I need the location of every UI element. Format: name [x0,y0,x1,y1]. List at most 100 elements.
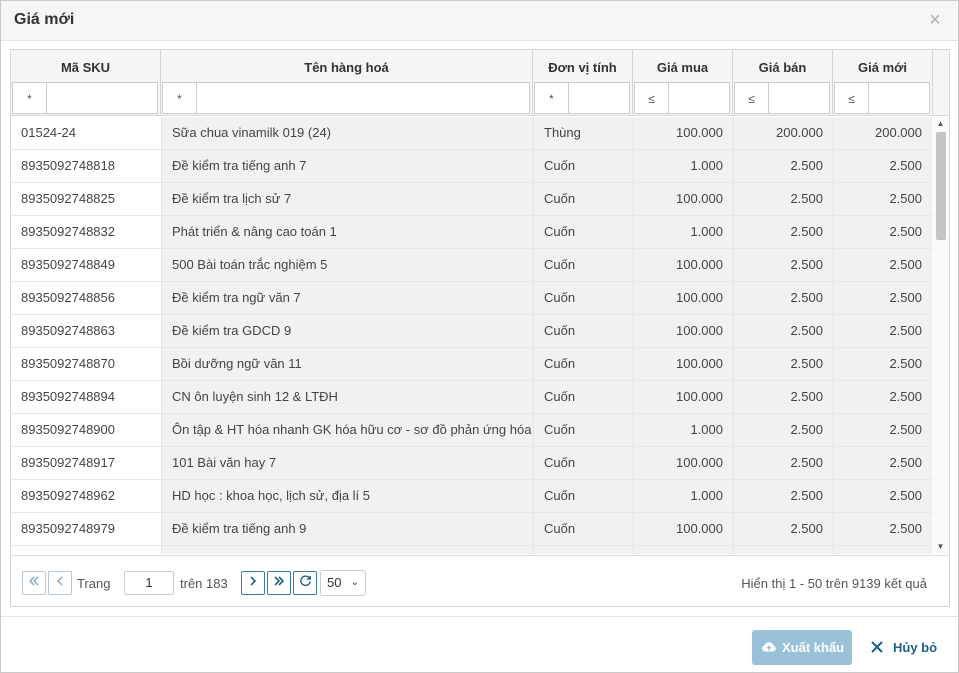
cell-sku: 8935092748962 [21,488,115,503]
table-row[interactable]: 8935092748962 HD học : khoa học, lịch sử… [11,480,932,513]
cell-sale-price: 200.000 [733,117,833,149]
cell-sale-price: 2.500 [733,447,833,479]
grid-header: Mã SKU * Tên hàng hoá * Đơn vị tính * Gi… [11,50,949,116]
column-header-name[interactable]: Tên hàng hoá * [161,50,533,116]
table-row[interactable]: 8935092748825 Đề kiểm tra lịch sử 7 Cuốn… [11,183,932,216]
pager: Trang 1 trên 183 50 ⌄ Hiển thị 1 - 50 tr… [11,555,949,606]
column-header-unit[interactable]: Đơn vị tính * [533,50,633,116]
filter-sku-input[interactable] [48,83,157,113]
cell-new-price [833,546,932,554]
filter-name: * [162,82,530,114]
cell-unit: Cuốn [533,414,633,446]
filter-sale-price-input[interactable] [770,83,829,113]
cell-sku: 8935092748979 [21,521,115,536]
cell-purchase-price: 1.000 [633,216,733,248]
filter-operator[interactable]: ≤ [735,83,769,113]
cell-unit: Cuốn [533,348,633,380]
filter-unit: * [534,82,630,114]
result-info: Hiển thị 1 - 50 trên 9139 kết quả [741,576,927,591]
cell-unit: Cuốn [533,249,633,281]
refresh-button[interactable] [293,571,317,595]
column-title: Giá mua [656,60,709,75]
chevron-left-icon [57,576,63,586]
cancel-button[interactable]: Hủy bỏ [868,630,940,665]
table-row[interactable]: 8935092748849 500 Bài toán trắc nghiệm 5… [11,249,932,282]
cell-sku: 8935092748818 [21,158,115,173]
cell-new-price: 2.500 [833,348,932,380]
cloud-upload-icon [762,642,776,652]
scroll-thumb[interactable] [936,132,946,240]
vertical-scrollbar[interactable]: ▲ ▼ [932,117,949,554]
cell-unit [533,546,633,554]
cell-new-price: 200.000 [833,117,932,149]
filter-purchase-price-input[interactable] [670,83,729,113]
table-row[interactable]: 8935092748917 101 Bài văn hay 7 Cuốn 100… [11,447,932,480]
table-row-partial[interactable] [11,546,932,554]
cell-unit: Cuốn [533,381,633,413]
cell-name: Ôn tập & HT hóa nhanh GK hóa hữu cơ - sơ… [161,414,533,446]
cell-name [161,546,533,554]
export-button[interactable]: Xuất khẩu [752,630,852,665]
column-header-new-price[interactable]: Giá mới ≤ [833,50,933,116]
double-chevron-left-icon [29,576,39,586]
cell-purchase-price: 100.000 [633,282,733,314]
cell-name: Đề kiểm tra lịch sử 7 [161,183,533,215]
filter-operator[interactable]: * [163,83,197,113]
cell-purchase-price: 100.000 [633,513,733,545]
next-page-button[interactable] [241,571,265,595]
cell-purchase-price: 100.000 [633,315,733,347]
filter-name-input[interactable] [198,83,529,113]
filter-unit-input[interactable] [570,83,629,113]
table-row[interactable]: 8935092748863 Đề kiểm tra GDCD 9 Cuốn 10… [11,315,932,348]
last-page-button[interactable] [267,571,291,595]
cell-name: CN ôn luyện sinh 12 & LTĐH [161,381,533,413]
filter-sale-price: ≤ [734,82,830,114]
table-row[interactable]: 01524-24 Sữa chua vinamilk 019 (24) Thùn… [11,117,932,150]
scroll-up-icon[interactable]: ▲ [932,117,949,131]
filter-operator[interactable]: * [535,83,569,113]
prev-page-button[interactable] [48,571,72,595]
column-title: Tên hàng hoá [304,60,389,75]
page-size-select[interactable]: 50 ⌄ [320,570,366,596]
cell-new-price: 2.500 [833,249,932,281]
filter-operator[interactable]: * [13,83,47,113]
cell-new-price: 2.500 [833,183,932,215]
table-row[interactable]: 8935092748832 Phát triển & nâng cao toán… [11,216,932,249]
filter-new-price-input[interactable] [870,83,929,113]
table-row[interactable]: 8935092748900 Ôn tập & HT hóa nhanh GK h… [11,414,932,447]
cell-name: Phát triển & nâng cao toán 1 [161,216,533,248]
cell-new-price: 2.500 [833,447,932,479]
cell-sale-price [733,546,833,554]
column-header-purchase-price[interactable]: Giá mua ≤ [633,50,733,116]
filter-operator[interactable]: ≤ [835,83,869,113]
column-header-sku[interactable]: Mã SKU * [11,50,161,116]
cell-unit: Cuốn [533,315,633,347]
cell-sale-price: 2.500 [733,249,833,281]
table-row[interactable]: 8935092748894 CN ôn luyện sinh 12 & LTĐH… [11,381,932,414]
page-label: Trang [77,576,111,591]
table-row[interactable]: 8935092748979 Đề kiểm tra tiếng anh 9 Cu… [11,513,932,546]
first-page-button[interactable] [22,571,46,595]
scroll-down-icon[interactable]: ▼ [932,540,949,554]
dialog-footer: Xuất khẩu Hủy bỏ [1,616,958,672]
cell-new-price: 2.500 [833,414,932,446]
cell-sale-price: 2.500 [733,513,833,545]
cell-unit: Cuốn [533,216,633,248]
dialog-title: Giá mới [14,11,75,28]
cell-purchase-price: 100.000 [633,183,733,215]
cell-new-price: 2.500 [833,216,932,248]
table-row[interactable]: 8935092748818 Đề kiểm tra tiếng anh 7 Cu… [11,150,932,183]
column-header-sale-price[interactable]: Giá bán ≤ [733,50,833,116]
table-row[interactable]: 8935092748870 Bồi dưỡng ngữ văn 11 Cuốn … [11,348,932,381]
refresh-icon [299,575,311,587]
cell-sku: 8935092748917 [21,455,115,470]
cell-sku: 8935092748900 [21,422,115,437]
cell-purchase-price [633,546,733,554]
filter-operator[interactable]: ≤ [635,83,669,113]
cell-name: 500 Bài toán trắc nghiệm 5 [161,249,533,281]
column-title: Đơn vị tính [548,60,617,75]
column-title: Giá bán [758,60,807,75]
close-icon[interactable]: × [926,9,944,31]
table-row[interactable]: 8935092748856 Đề kiểm tra ngữ văn 7 Cuốn… [11,282,932,315]
page-number-input[interactable]: 1 [124,571,174,595]
